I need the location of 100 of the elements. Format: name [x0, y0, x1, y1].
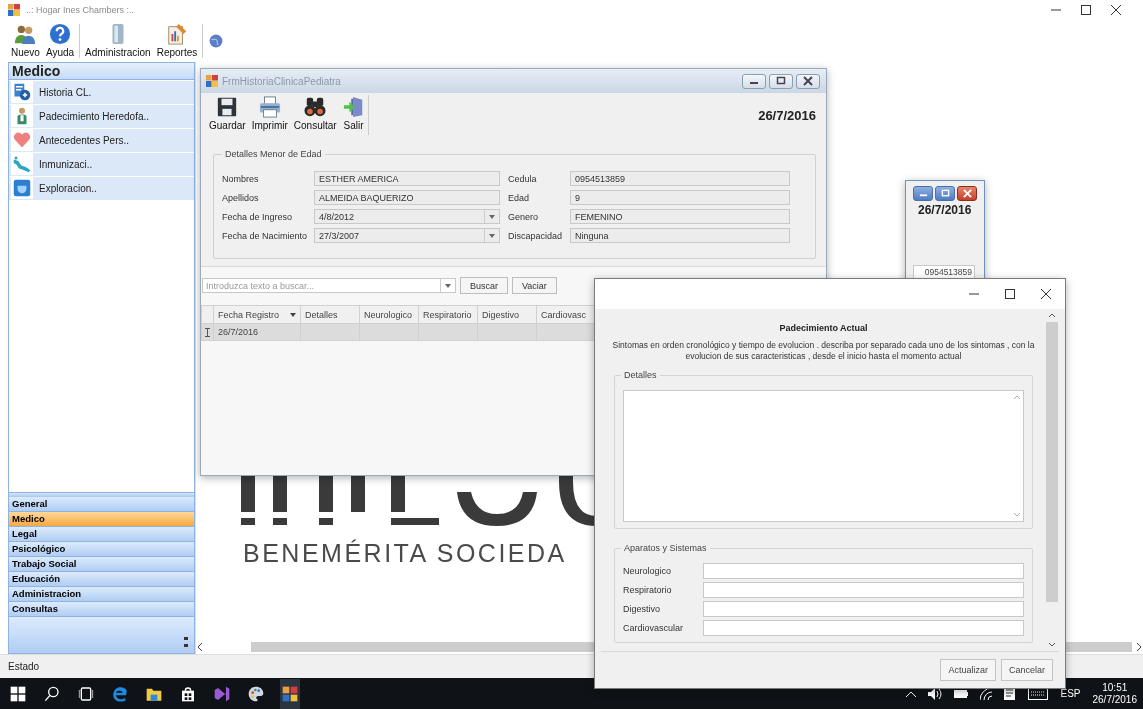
text-field[interactable]: [703, 620, 1024, 636]
wifi-icon[interactable]: [980, 687, 993, 700]
text-field[interactable]: 0954513859: [913, 265, 975, 279]
field-label: Neurologico: [623, 564, 673, 578]
minimize-button[interactable]: [742, 73, 766, 89]
toolbar-button[interactable]: Ayuda: [42, 19, 78, 62]
section-heading: Padecimiento Actual: [778, 323, 869, 333]
scroll-up-icon: [1013, 395, 1020, 399]
section-button[interactable]: Consultas: [9, 602, 194, 618]
app-icon: [206, 75, 218, 87]
overflow-icon[interactable]: [184, 637, 188, 648]
group-title: Detalles Menor de Edad: [224, 149, 323, 159]
caret-icon: [445, 283, 451, 288]
globe-icon[interactable]: [209, 33, 224, 48]
search-icon[interactable]: [44, 685, 60, 702]
language-indicator[interactable]: ESP: [1060, 688, 1081, 699]
close-button[interactable]: [796, 73, 820, 89]
field-label: Respiratorio: [623, 583, 673, 597]
app-icon: [8, 4, 20, 16]
text-field[interactable]: [703, 582, 1024, 598]
toolbar-button[interactable]: Imprimir: [248, 95, 291, 135]
column-header[interactable]: Detalles: [300, 305, 360, 324]
maximize-button[interactable]: [935, 186, 955, 201]
column-title: Fecha Registro: [218, 309, 280, 320]
section-button[interactable]: Administracion: [9, 587, 194, 603]
sidebar-item[interactable]: Exploracion..: [9, 176, 194, 200]
battery-icon[interactable]: [954, 689, 969, 698]
caret-icon: [489, 214, 495, 219]
scroll-up-icon[interactable]: [1049, 313, 1055, 317]
browser-icon[interactable]: [112, 685, 128, 702]
maximize-icon[interactable]: [1005, 289, 1015, 299]
section-button[interactable]: General: [9, 497, 194, 513]
clock-time: 10:51: [1102, 681, 1128, 694]
close-icon[interactable]: [1111, 5, 1121, 15]
text-field[interactable]: FEMENINO: [570, 209, 790, 224]
dialog-button[interactable]: Cancelar: [1000, 659, 1053, 681]
clock[interactable]: 10:51 26/7/2016: [1092, 681, 1137, 706]
palette-icon[interactable]: [248, 685, 264, 702]
dialog-button[interactable]: Actualizar: [940, 659, 996, 681]
sidebar-item[interactable]: Historia CL.: [9, 80, 194, 104]
field-label: Genero: [508, 211, 540, 224]
field-label: Apellidos: [222, 192, 260, 205]
text-field[interactable]: Ninguna: [570, 228, 790, 243]
scroll-left-icon[interactable]: [198, 642, 203, 651]
field-label: Nombres: [222, 173, 260, 186]
toolbar-button[interactable]: Guardar: [206, 95, 249, 135]
printer-icon: [258, 96, 281, 118]
search-button[interactable]: Buscar: [460, 277, 508, 294]
exit-door-icon: [342, 96, 365, 118]
section-button[interactable]: Medico: [9, 512, 194, 528]
minimize-button[interactable]: [913, 186, 933, 201]
section-button[interactable]: Educación: [9, 572, 194, 588]
section-button[interactable]: Psicológico: [9, 542, 194, 558]
scroll-right-icon[interactable]: [1136, 642, 1141, 651]
date-picker[interactable]: 4/8/2012: [314, 209, 500, 224]
toolbar-button[interactable]: Nuevo: [8, 19, 43, 62]
sort-caret-icon: [290, 312, 296, 317]
column-header[interactable]: Fecha Registro: [213, 305, 301, 324]
scrollbar-thumb[interactable]: [1046, 322, 1058, 602]
text-field[interactable]: ALMEIDA BAQUERIZO: [314, 190, 500, 205]
sidebar-item[interactable]: Antecedentes Pers..: [9, 128, 194, 152]
toolbar-button[interactable]: Consultar: [290, 95, 340, 135]
close-icon[interactable]: [1041, 289, 1051, 299]
speaker-icon[interactable]: [928, 687, 943, 700]
toolbar-button[interactable]: Reportes: [153, 19, 201, 62]
maximize-icon: [940, 189, 950, 198]
store-icon[interactable]: [180, 685, 196, 702]
logo-subtitle: BENEMÉRITA SOCIEDA: [243, 538, 567, 568]
task-view-icon[interactable]: [78, 685, 94, 702]
close-icon: [803, 76, 813, 86]
help-icon: [49, 22, 71, 45]
text-field[interactable]: 9: [570, 190, 790, 205]
report-icon: [165, 22, 188, 45]
text-field[interactable]: 0954513859: [570, 171, 790, 186]
section-button[interactable]: Legal: [9, 527, 194, 543]
field-label: Cedula: [508, 173, 538, 186]
chevron-up-icon[interactable]: [906, 690, 917, 697]
close-button[interactable]: [957, 186, 977, 201]
windows-logo-icon[interactable]: [10, 685, 26, 702]
sidebar-item[interactable]: Inmunizaci..: [9, 152, 194, 176]
group-title: Detalles: [623, 370, 658, 380]
column-header[interactable]: Cardiovasc: [536, 305, 596, 324]
section-button[interactable]: Trabajo Social: [9, 557, 194, 573]
text-field[interactable]: [703, 563, 1024, 579]
app-icon[interactable]: [282, 685, 298, 702]
search-button[interactable]: Vaciar: [512, 277, 557, 294]
text-field[interactable]: ESTHER AMERICA: [314, 171, 500, 186]
heart-icon: [13, 131, 31, 150]
column-header[interactable]: Neurologico: [359, 305, 419, 324]
column-header[interactable]: Digestivo: [477, 305, 537, 324]
maximize-icon[interactable]: [1081, 5, 1091, 15]
scroll-down-icon[interactable]: [1049, 643, 1055, 647]
text-field[interactable]: [703, 601, 1024, 617]
field-label: Edad: [508, 192, 531, 205]
sidebar-item[interactable]: Padecimiento Heredofa..: [9, 104, 194, 128]
column-header[interactable]: Respiratorio: [418, 305, 478, 324]
date-picker[interactable]: 27/3/2007: [314, 228, 500, 243]
toolbar-button[interactable]: Administracion: [82, 19, 154, 62]
maximize-button[interactable]: [769, 73, 793, 89]
toolbar-button[interactable]: Salir: [339, 95, 368, 135]
